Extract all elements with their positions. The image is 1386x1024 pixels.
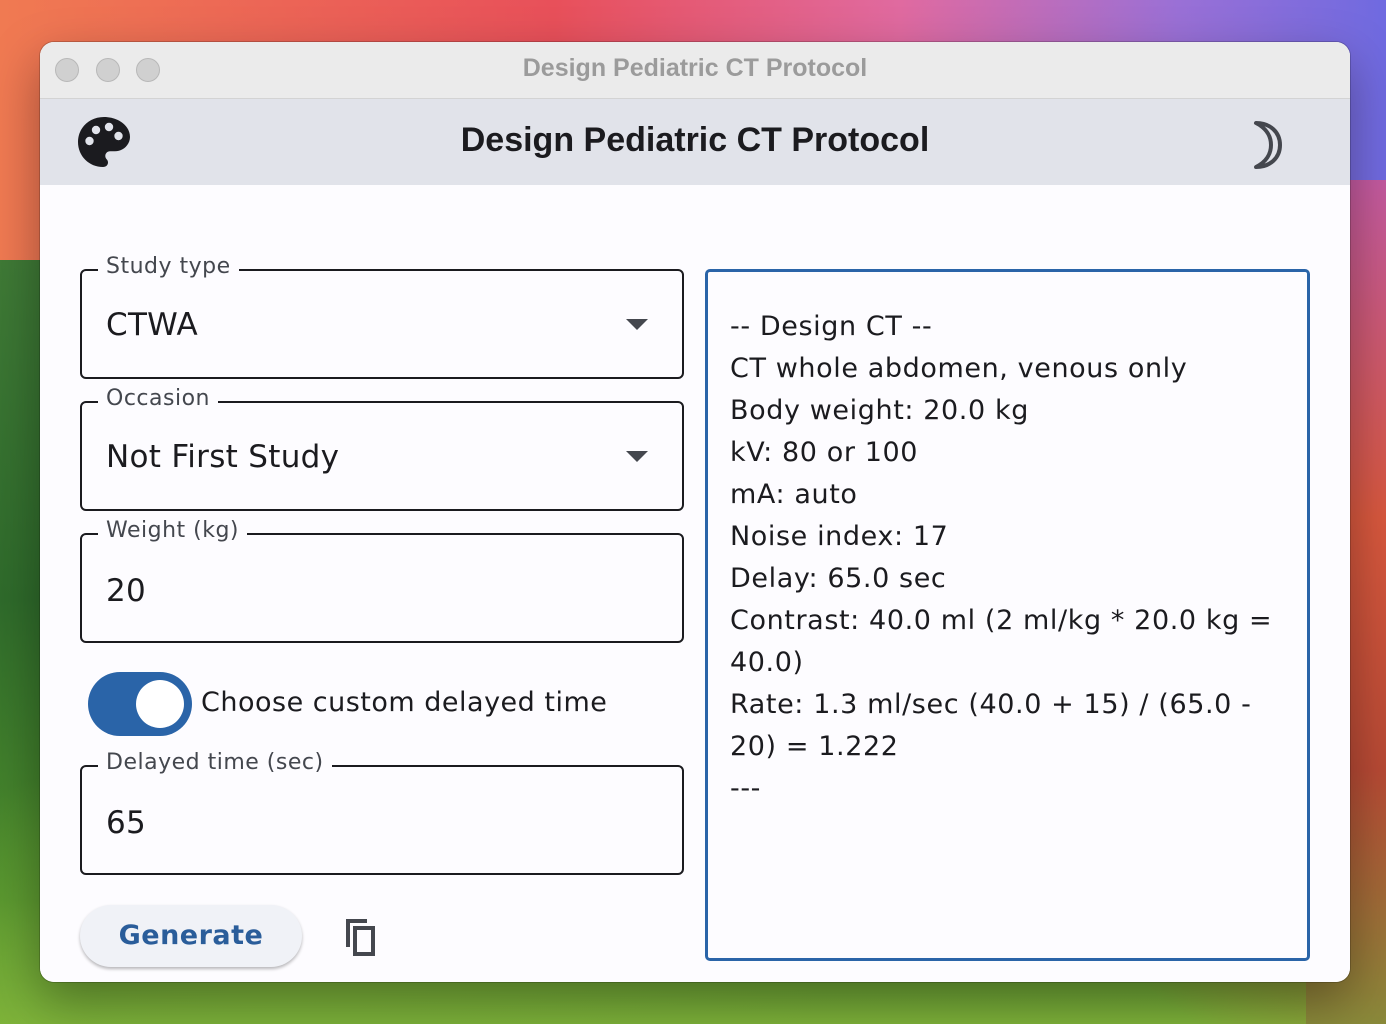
output-line: Delay: 65.0 sec	[730, 563, 947, 594]
study-type-label: Study type	[98, 254, 239, 279]
dropdown-arrow-icon	[626, 451, 648, 462]
moon-icon[interactable]	[1244, 117, 1300, 173]
weight-value: 20	[106, 573, 147, 609]
output-line: -- Design CT --	[730, 311, 933, 342]
page-title: Design Pediatric CT Protocol	[460, 121, 930, 159]
output-line: mA: auto	[730, 479, 858, 510]
occasion-value: Not First Study	[106, 439, 340, 475]
weight-input[interactable]: Weight (kg) 20	[80, 518, 684, 643]
delayed-time-label: Delayed time (sec)	[98, 750, 332, 775]
custom-delay-label: Choose custom delayed time	[201, 687, 608, 718]
output-line: Body weight: 20.0 kg	[730, 395, 1029, 426]
window-title: Design Pediatric CT Protocol	[522, 54, 868, 82]
output-line: Contrast: 40.0 ml (2 ml/kg * 20.0 kg = 4…	[730, 605, 1273, 678]
weight-label: Weight (kg)	[98, 518, 248, 543]
toggle-knob	[136, 680, 184, 728]
app-window: Design Pediatric CT Protocol Design Pedi…	[40, 42, 1350, 982]
output-line: Rate: 1.3 ml/sec (40.0 + 15) / (65.0 - 2…	[730, 689, 1252, 762]
protocol-output[interactable]: -- Design CT -- CT whole abdomen, venous…	[705, 269, 1310, 961]
occasion-select[interactable]: Occasion Not First Study	[80, 386, 684, 511]
protocol-output-text: -- Design CT -- CT whole abdomen, venous…	[730, 306, 1290, 810]
copy-icon[interactable]	[340, 915, 384, 959]
output-line: kV: 80 or 100	[730, 437, 919, 468]
output-line: CT whole abdomen, venous only	[730, 353, 1188, 384]
dropdown-arrow-icon	[626, 319, 648, 330]
app-bar: Design Pediatric CT Protocol	[40, 99, 1350, 185]
study-type-select[interactable]: Study type CTWA	[80, 254, 684, 379]
delayed-time-value: 65	[106, 805, 147, 841]
window-titlebar: Design Pediatric CT Protocol	[40, 42, 1350, 99]
study-type-value: CTWA	[106, 307, 198, 343]
output-line: ---	[730, 773, 762, 804]
custom-delay-toggle[interactable]	[88, 672, 192, 736]
output-line: Noise index: 17	[730, 521, 949, 552]
main-content: Study type CTWA Occasion Not First Study…	[40, 185, 1350, 982]
generate-button[interactable]: Generate	[80, 905, 302, 967]
occasion-label: Occasion	[98, 386, 218, 411]
delayed-time-input[interactable]: Delayed time (sec) 65	[80, 750, 684, 875]
